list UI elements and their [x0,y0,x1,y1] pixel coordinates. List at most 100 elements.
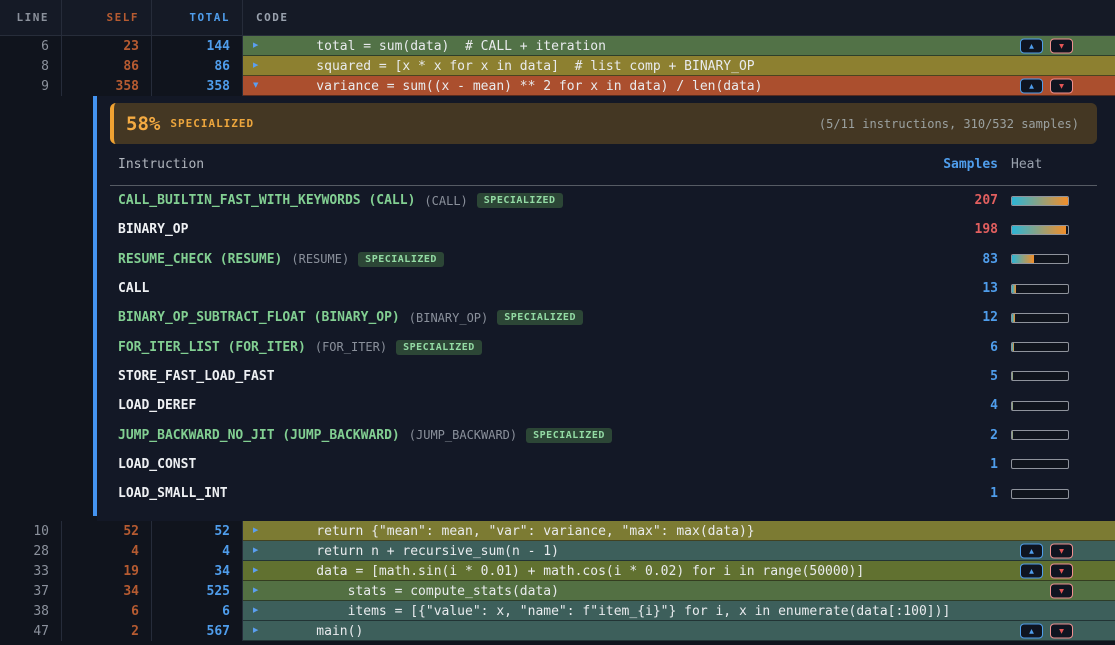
expand-toggle-icon[interactable]: ▶ [253,62,258,71]
code-line[interactable]: ▶ squared = [x * x for x in data] # list… [243,56,1115,76]
code-line[interactable]: ▶ stats = compute_stats(data)▼ [243,581,1115,601]
instruction-row: CALL_BUILTIN_FAST_WITH_KEYWORDS (CALL) (C… [110,186,1097,215]
instruction-name: CALL_BUILTIN_FAST_WITH_KEYWORDS (CALL) [118,193,415,208]
self-samples: 2 [62,621,152,641]
instruction-name-group: BINARY_OP_SUBTRACT_FLOAT (BINARY_OP)(BIN… [118,310,928,325]
code-row: 623144▶ total = sum(data) # CALL + itera… [0,36,1115,56]
expand-toggle-icon[interactable]: ▶ [253,547,258,556]
jump-up-button[interactable]: ▲ [1020,624,1043,639]
row-nav-buttons: ▲▼ [1020,544,1073,559]
heat-column-header: Heat [1011,157,1069,172]
instruction-name-group: JUMP_BACKWARD_NO_JIT (JUMP_BACKWARD)(JUM… [118,428,928,443]
jump-down-button[interactable]: ▼ [1050,39,1073,54]
instruction-base-name: (CALL) [424,194,467,208]
instruction-name: CALL [118,281,149,296]
instruction-name: BINARY_OP_SUBTRACT_FLOAT (BINARY_OP) [118,310,400,325]
heat-bar [1011,225,1069,235]
code-text: squared = [x * x for x in data] # list c… [243,59,755,74]
code-row: 9358358▼ variance = sum((x - mean) ** 2 … [0,76,1115,96]
jump-up-button[interactable]: ▲ [1020,39,1043,54]
row-nav-buttons: ▲▼ [1020,39,1073,54]
expand-toggle-icon[interactable]: ▶ [253,607,258,616]
code-line[interactable]: ▶ items = [{"value": x, "name": f"item_{… [243,601,1115,621]
instruction-name-group: CALL_BUILTIN_FAST_WITH_KEYWORDS (CALL) (C… [118,193,928,208]
samples-count: 5 [928,369,998,384]
row-nav-buttons: ▲▼ [1020,79,1073,94]
instruction-name-group: CALL [118,281,928,296]
instruction-name-group: RESUME_CHECK (RESUME)(RESUME)SPECIALIZED [118,252,928,267]
heat-bar [1011,196,1069,206]
total-samples: 358 [152,76,243,96]
expansion-indicator-line [93,96,97,516]
instruction-name: JUMP_BACKWARD_NO_JIT (JUMP_BACKWARD) [118,428,400,443]
jump-down-button[interactable]: ▼ [1050,624,1073,639]
jump-up-button[interactable]: ▲ [1020,79,1043,94]
heat-bar-fill [1012,431,1013,439]
expand-toggle-icon[interactable]: ▶ [253,567,258,576]
specialized-badge: SPECIALIZED [396,340,482,355]
code-text: items = [{"value": x, "name": f"item_{i}… [243,604,950,619]
code-line[interactable]: ▶ return n + recursive_sum(n - 1)▲▼ [243,541,1115,561]
jump-down-button[interactable]: ▼ [1050,79,1073,94]
code-line[interactable]: ▶ total = sum(data) # CALL + iteration▲▼ [243,36,1115,56]
jump-down-button[interactable]: ▼ [1050,564,1073,579]
instruction-name-group: LOAD_SMALL_INT [118,486,928,501]
instruction-base-name: (FOR_ITER) [315,340,387,354]
instruction-name: LOAD_DEREF [118,398,196,413]
expand-toggle-icon[interactable]: ▶ [253,527,258,536]
heat-bar-fill [1012,343,1014,351]
instruction-table-header: Instruction Samples Heat [110,144,1097,186]
samples-count: 6 [928,340,998,355]
jump-down-button[interactable]: ▼ [1050,544,1073,559]
heat-bar-fill [1012,285,1016,293]
expand-toggle-icon[interactable]: ▶ [253,587,258,596]
heat-bar [1011,284,1069,294]
code-line[interactable]: ▼ variance = sum((x - mean) ** 2 for x i… [243,76,1115,96]
expand-toggle-icon[interactable]: ▶ [253,627,258,636]
heat-bar-fill [1012,197,1068,205]
samples-count: 1 [928,486,998,501]
instruction-rows: CALL_BUILTIN_FAST_WITH_KEYWORDS (CALL) (C… [110,186,1097,508]
self-samples: 4 [62,541,152,561]
instruction-name-group: LOAD_CONST [118,457,928,472]
samples-column-header[interactable]: Samples [928,157,998,172]
self-samples: 6 [62,601,152,621]
instruction-row: JUMP_BACKWARD_NO_JIT (JUMP_BACKWARD)(JUM… [110,420,1097,449]
self-samples: 86 [62,56,152,76]
row-nav-buttons: ▼ [1050,584,1073,599]
instruction-name-group: FOR_ITER_LIST (FOR_ITER)(FOR_ITER)SPECIA… [118,340,928,355]
instruction-name: STORE_FAST_LOAD_FAST [118,369,275,384]
samples-count: 1 [928,457,998,472]
line-number: 6 [0,36,62,56]
expand-toggle-icon[interactable]: ▶ [253,42,258,51]
instruction-name: LOAD_SMALL_INT [118,486,228,501]
code-line[interactable]: ▶ return {"mean": mean, "var": variance,… [243,521,1115,541]
instruction-name-group: STORE_FAST_LOAD_FAST [118,369,928,384]
instruction-name: RESUME_CHECK (RESUME) [118,252,282,267]
code-line[interactable]: ▶ data = [math.sin(i * 0.01) + math.cos(… [243,561,1115,581]
specialization-summary-banner: 58% SPECIALIZED (5/11 instructions, 310/… [110,103,1097,144]
self-samples: 52 [62,521,152,541]
code-row: 3866▶ items = [{"value": x, "name": f"it… [0,601,1115,621]
specialized-badge: SPECIALIZED [497,310,583,325]
instruction-base-name: (RESUME) [291,252,349,266]
instruction-column-header: Instruction [118,157,928,172]
self-samples: 34 [62,581,152,601]
samples-count: 198 [928,222,998,237]
code-line[interactable]: ▶ main()▲▼ [243,621,1115,641]
samples-count: 13 [928,281,998,296]
jump-down-button[interactable]: ▼ [1050,584,1073,599]
instruction-row: RESUME_CHECK (RESUME)(RESUME)SPECIALIZED… [110,245,1097,274]
line-number: 28 [0,541,62,561]
total-samples: 525 [152,581,243,601]
instruction-row: LOAD_DEREF4 [110,391,1097,420]
collapse-toggle-icon[interactable]: ▼ [253,82,258,91]
code-text: total = sum(data) # CALL + iteration [243,39,606,54]
total-samples: 52 [152,521,243,541]
instruction-row: BINARY_OP198 [110,215,1097,244]
jump-up-button[interactable]: ▲ [1020,544,1043,559]
column-header-code: CODE [243,0,1115,35]
profiler-view: LINE SELF TOTAL CODE 623144▶ total = sum… [0,0,1115,645]
jump-up-button[interactable]: ▲ [1020,564,1043,579]
heat-bar-fill [1012,372,1013,380]
